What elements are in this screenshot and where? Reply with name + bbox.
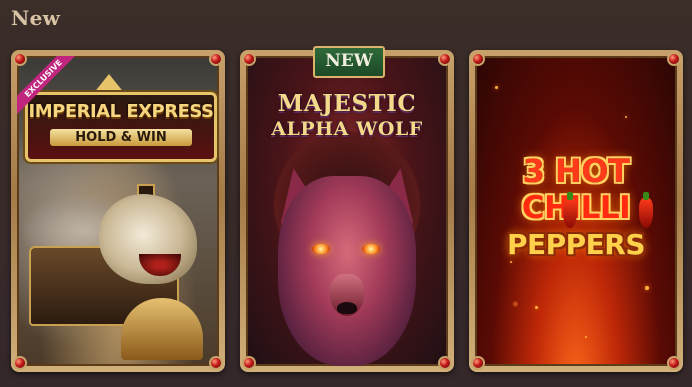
corner-gem-icon xyxy=(440,54,450,64)
wolf-eye-graphic xyxy=(312,244,330,254)
corner-gem-icon xyxy=(15,358,25,368)
game-card-majestic-alpha-wolf[interactable]: MAJESTIC ALPHA WOLF xyxy=(240,50,454,372)
section-title: New xyxy=(11,6,61,30)
corner-gem-icon xyxy=(440,358,450,368)
corner-gem-icon xyxy=(211,54,221,64)
corner-gem-icon xyxy=(669,54,679,64)
ember-graphic xyxy=(510,261,512,263)
ember-graphic xyxy=(495,86,498,89)
game-title: IMPERIAL EXPRESS xyxy=(28,101,214,122)
corner-gem-icon xyxy=(244,358,254,368)
ember-graphic xyxy=(535,306,538,309)
corner-gem-icon xyxy=(211,358,221,368)
wolf-head-graphic xyxy=(278,176,416,366)
game-thumbnail: MAJESTIC ALPHA WOLF xyxy=(246,56,448,366)
chili-pepper-icon xyxy=(563,192,577,228)
game-title-line3: PEPPERS xyxy=(506,228,646,261)
game-thumbnail: 3 HOT CHILLI PEPPERS xyxy=(475,56,677,366)
game-logo: IMPERIAL EXPRESS HOLD & WIN xyxy=(25,92,217,162)
game-card-3-hot-chilli-peppers[interactable]: 3 HOT CHILLI PEPPERS xyxy=(469,50,683,372)
chili-pepper-icon xyxy=(639,192,653,228)
game-subtitle: HOLD & WIN xyxy=(50,129,192,146)
corner-gem-icon xyxy=(473,358,483,368)
game-thumbnail: EXCLUSIVE IMPERIAL EXPRESS HOLD & WIN xyxy=(17,56,219,366)
corner-gem-icon xyxy=(473,54,483,64)
corner-gem-icon xyxy=(244,54,254,64)
game-title-line2: ALPHA WOLF xyxy=(271,118,423,140)
ember-graphic xyxy=(645,286,649,290)
corner-gem-icon xyxy=(669,358,679,368)
wolf-nose-graphic xyxy=(337,302,357,314)
game-title-line1: MAJESTIC xyxy=(277,90,417,117)
ember-graphic xyxy=(585,336,587,338)
crown-icon xyxy=(93,74,125,94)
game-title-line1: 3 HOT xyxy=(522,152,630,190)
corner-gem-icon xyxy=(15,54,25,64)
new-tag: NEW xyxy=(313,46,385,78)
train-front-graphic xyxy=(121,298,203,360)
wolf-eye-graphic xyxy=(362,244,380,254)
ember-graphic xyxy=(625,116,627,118)
game-card-imperial-express[interactable]: EXCLUSIVE IMPERIAL EXPRESS HOLD & WIN xyxy=(11,50,225,372)
